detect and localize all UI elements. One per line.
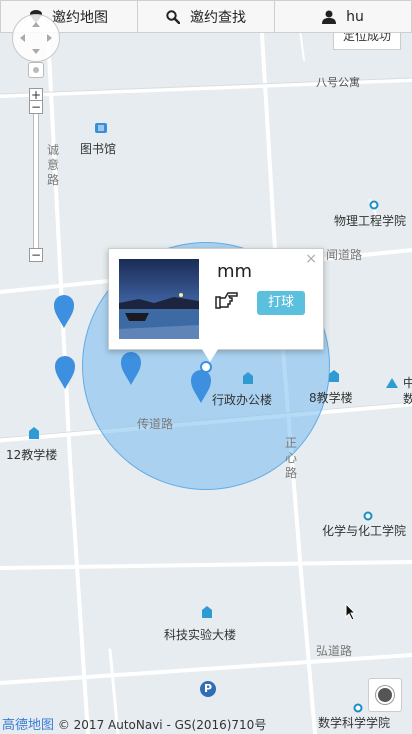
label-math: 数学科学学院 <box>318 716 391 730</box>
parking-icon: P <box>200 681 216 697</box>
label-tech: 科技实验大楼 <box>164 628 237 642</box>
lab-building-icon <box>202 606 212 618</box>
tab-invite-map-label: 邀约地图 <box>52 9 108 26</box>
zoom-out-button[interactable]: − <box>29 100 43 114</box>
road-label-hongdao: 弘道路 <box>316 644 353 658</box>
poi-dot-icon <box>363 511 373 521</box>
user-photo <box>119 259 199 339</box>
zoom-slider-handle[interactable]: − <box>29 248 43 262</box>
road-label-wendao: 闻道路 <box>326 248 363 262</box>
zoom-slider-track[interactable] <box>33 112 39 250</box>
user-pin-marker[interactable] <box>55 356 75 390</box>
road-label-chengyi: 诚意路 <box>46 143 59 187</box>
gps-locate-button[interactable] <box>368 678 402 712</box>
edge-poi-icon <box>386 378 398 388</box>
pointing-hand-icon[interactable] <box>215 291 239 309</box>
label-physics: 物理工程学院 <box>334 214 407 228</box>
tab-user-label: hu <box>346 8 364 25</box>
tab-user[interactable]: hu <box>274 0 412 33</box>
label-chem: 化学与化工学院 <box>322 524 407 538</box>
tab-invite-search-label: 邀约查找 <box>190 9 246 26</box>
mouse-cursor-icon <box>345 603 357 621</box>
label-library: 图书馆 <box>80 142 117 156</box>
user-pin-marker[interactable] <box>191 370 211 404</box>
label-edge-zhong: 中 <box>403 376 412 390</box>
label-bldg8: 8教学楼 <box>309 391 353 405</box>
user-pin-marker[interactable] <box>121 352 141 386</box>
poi-dot-icon <box>369 200 379 210</box>
map-canvas[interactable]: 八号公寓 图书馆 诚意路 物理工程学院 闻道路 行政办公楼 8教学楼 中 数 传… <box>0 0 412 734</box>
amap-logo: 高德地图 <box>2 718 55 733</box>
user-icon <box>322 10 337 24</box>
pan-arrows-icon <box>20 22 52 54</box>
pan-control[interactable] <box>12 14 60 62</box>
road-label-chuandao: 传道路 <box>137 417 174 431</box>
popup-pointer <box>200 346 220 362</box>
user-pin-marker[interactable] <box>54 295 74 329</box>
map-attribution: 高德地图 © 2017 AutoNavi - GS(2016)710号 <box>2 714 266 733</box>
copyright-text: © 2017 AutoNavi - GS(2016)710号 <box>57 718 267 732</box>
play-ball-button[interactable]: 打球 <box>257 291 305 315</box>
my-location-icon <box>200 361 212 373</box>
label-bagong: 八号公寓 <box>316 76 360 89</box>
tab-invite-search[interactable]: 邀约查找 <box>137 0 274 33</box>
label-admin: 行政办公楼 <box>212 393 273 407</box>
label-edge-shu: 数 <box>403 392 412 406</box>
top-nav: 邀约地图 邀约查找 hu <box>0 0 412 34</box>
zoom-reset-button[interactable] <box>28 62 44 78</box>
building-icon <box>243 372 253 384</box>
user-info-popup: mm × 打球 <box>108 248 324 350</box>
road-label-zhengxin: 正心路 <box>284 436 297 480</box>
label-bldg12: 12教学楼 <box>6 448 58 462</box>
search-icon <box>166 9 180 24</box>
library-icon <box>95 123 107 133</box>
school-icon <box>329 370 339 382</box>
popup-close-button[interactable]: × <box>305 251 317 267</box>
poi-dot-icon <box>353 703 363 713</box>
user-name: mm <box>217 261 253 282</box>
school-icon <box>29 427 39 439</box>
